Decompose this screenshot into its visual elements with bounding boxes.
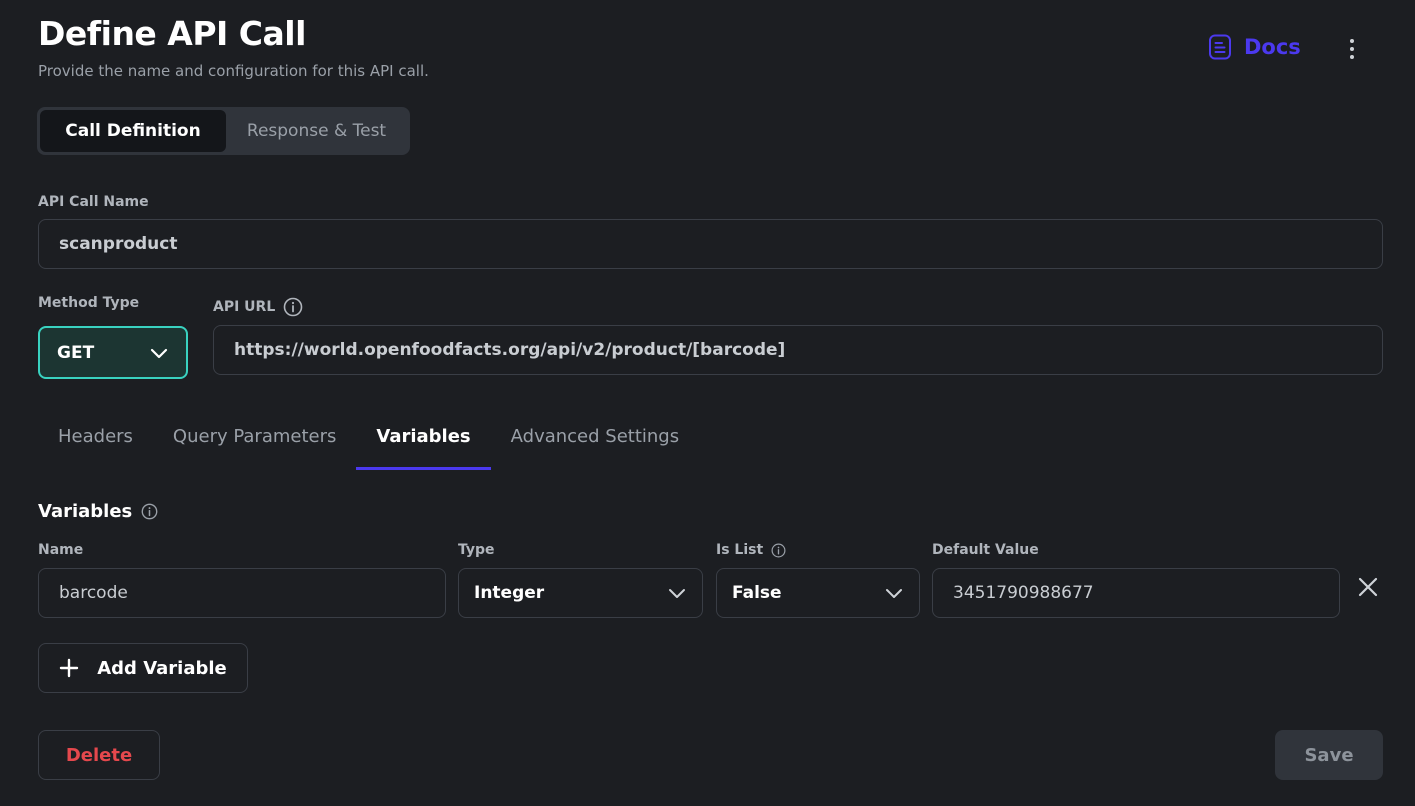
tab-query-parameters[interactable]: Query Parameters: [153, 420, 356, 470]
close-icon[interactable]: [1355, 574, 1381, 600]
segment-call-definition[interactable]: Call Definition: [40, 110, 226, 152]
chevron-down-icon: [150, 347, 168, 359]
docs-link[interactable]: Docs: [1208, 34, 1301, 60]
column-default-value-label: Default Value: [932, 542, 1039, 558]
api-call-name-label: API Call Name: [38, 194, 149, 210]
variables-heading: Variables: [38, 501, 133, 522]
info-icon[interactable]: [771, 543, 786, 558]
column-type-label: Type: [458, 542, 495, 558]
chevron-down-icon: [668, 587, 686, 599]
info-icon[interactable]: [283, 297, 303, 317]
page-subtitle: Provide the name and configuration for t…: [38, 62, 429, 80]
method-type-label: Method Type: [38, 295, 140, 311]
variable-type-select[interactable]: Integer: [458, 568, 703, 618]
segment-response-test[interactable]: Response & Test: [226, 110, 407, 152]
tab-headers[interactable]: Headers: [38, 420, 153, 470]
column-is-list-row: Is List: [716, 542, 786, 558]
api-url-label: API URL: [213, 299, 276, 315]
add-variable-button[interactable]: Add Variable: [38, 643, 248, 693]
info-icon[interactable]: [141, 503, 158, 520]
save-label: Save: [1304, 744, 1354, 766]
variable-is-list-value: False: [732, 583, 782, 603]
plus-icon: [59, 658, 79, 678]
variable-type-value: Integer: [474, 583, 545, 603]
docs-label: Docs: [1244, 35, 1301, 59]
tab-advanced-settings[interactable]: Advanced Settings: [491, 420, 699, 470]
api-url-input[interactable]: https://world.openfoodfacts.org/api/v2/p…: [213, 325, 1383, 375]
page-title: Define API Call: [38, 14, 306, 53]
view-segmented-control: Call Definition Response & Test: [37, 107, 410, 155]
variable-name-input[interactable]: barcode: [38, 568, 446, 618]
method-type-value: GET: [57, 342, 95, 363]
variables-heading-row: Variables: [38, 501, 158, 522]
config-tabs: Headers Query Parameters Variables Advan…: [38, 420, 699, 470]
api-call-name-input[interactable]: scanproduct: [38, 219, 1383, 269]
variable-is-list-select[interactable]: False: [716, 568, 920, 618]
chevron-down-icon: [885, 587, 903, 599]
api-url-label-row: API URL: [213, 297, 303, 317]
delete-button[interactable]: Delete: [38, 730, 160, 780]
save-button[interactable]: Save: [1275, 730, 1383, 780]
column-is-list-label: Is List: [716, 542, 764, 558]
add-variable-label: Add Variable: [97, 657, 227, 679]
column-name-label: Name: [38, 542, 84, 558]
method-type-select[interactable]: GET: [38, 326, 188, 379]
more-options-icon[interactable]: [1340, 36, 1364, 62]
document-icon: [1208, 34, 1232, 60]
tab-variables[interactable]: Variables: [356, 420, 491, 470]
variable-default-value-input[interactable]: 3451790988677: [932, 568, 1340, 618]
delete-label: Delete: [65, 744, 133, 766]
